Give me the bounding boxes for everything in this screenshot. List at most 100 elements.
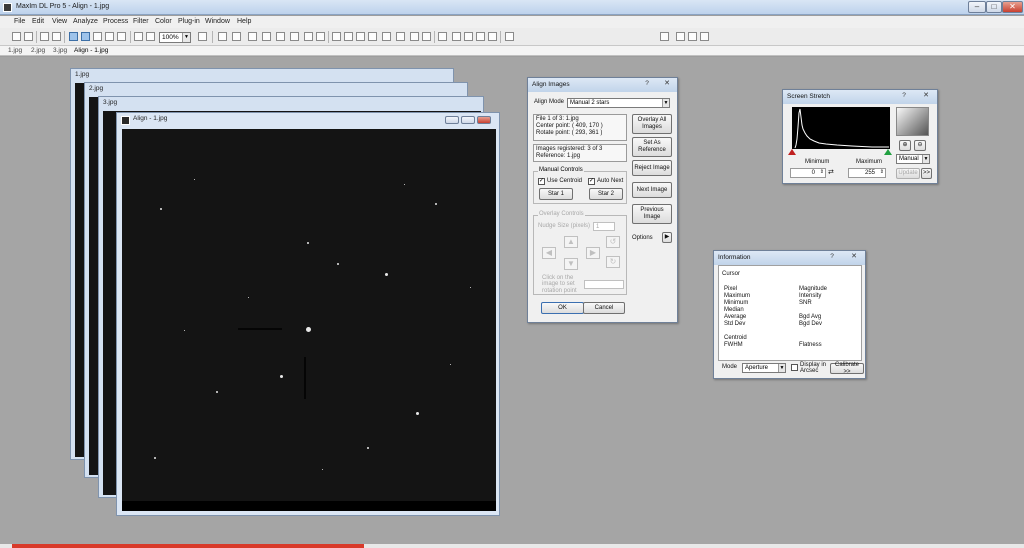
open-icon[interactable] bbox=[12, 32, 21, 41]
window-icon[interactable] bbox=[438, 32, 447, 41]
zoom-in-icon[interactable] bbox=[134, 32, 143, 41]
nudge-left-button[interactable]: ◀ bbox=[542, 247, 556, 259]
rotation-input[interactable] bbox=[584, 280, 624, 289]
menu-view[interactable]: View bbox=[52, 18, 67, 25]
temperature-icon[interactable] bbox=[332, 32, 341, 41]
close-icon[interactable]: ✕ bbox=[847, 253, 861, 262]
maximize-button[interactable]: □ bbox=[986, 1, 1002, 13]
crosshair-icon[interactable] bbox=[316, 32, 325, 41]
maximize-button[interactable] bbox=[461, 116, 475, 124]
select-tool-icon[interactable] bbox=[69, 32, 78, 41]
tab-2jpg[interactable]: 2.jpg bbox=[31, 47, 45, 54]
close-button[interactable] bbox=[477, 116, 491, 124]
menu-process[interactable]: Process bbox=[103, 18, 128, 25]
close-button[interactable]: ✕ bbox=[1002, 1, 1023, 13]
update-button[interactable]: Update bbox=[896, 168, 920, 179]
set-as-reference-button[interactable]: Set As Reference bbox=[632, 137, 672, 157]
tab-3jpg[interactable]: 3.jpg bbox=[53, 47, 67, 54]
check-icon[interactable] bbox=[660, 32, 669, 41]
tile-icon[interactable] bbox=[464, 32, 473, 41]
next-image-button[interactable]: Next Image bbox=[632, 182, 672, 198]
chart-icon[interactable] bbox=[382, 32, 391, 41]
target-icon[interactable] bbox=[344, 32, 353, 41]
menu-edit[interactable]: Edit bbox=[32, 18, 44, 25]
square-icon[interactable] bbox=[422, 32, 431, 41]
line-icon[interactable] bbox=[488, 32, 497, 41]
help-pointer-icon[interactable] bbox=[198, 32, 207, 41]
measure-tool-icon[interactable] bbox=[81, 32, 90, 41]
align-mode-select[interactable]: Manual 2 stars ▼ bbox=[567, 98, 670, 108]
redo-icon[interactable] bbox=[52, 32, 61, 41]
previous-image-button[interactable]: Previous Image bbox=[632, 204, 672, 224]
close-icon[interactable]: ✕ bbox=[919, 92, 933, 101]
swap-icon[interactable]: ⇄ bbox=[828, 168, 834, 176]
wave-icon[interactable] bbox=[476, 32, 485, 41]
graph-icon[interactable] bbox=[396, 32, 405, 41]
menu-filter[interactable]: Filter bbox=[133, 18, 149, 25]
ok-button[interactable]: OK bbox=[541, 302, 584, 314]
help-icon[interactable]: ? bbox=[640, 80, 654, 89]
aperture-tool-icon[interactable] bbox=[93, 32, 102, 41]
cancel-button[interactable]: Cancel bbox=[583, 302, 625, 314]
use-centroid-checkbox[interactable]: ✓ bbox=[538, 178, 545, 185]
overlay-all-images-button[interactable]: Overlay All Images bbox=[632, 114, 672, 134]
auto-next-checkbox[interactable]: ✓ bbox=[588, 178, 595, 185]
rotate-icon[interactable] bbox=[688, 32, 697, 41]
star2-button[interactable]: Star 2 bbox=[589, 188, 623, 200]
circle-icon[interactable] bbox=[368, 32, 377, 41]
menu-analyze[interactable]: Analyze bbox=[73, 18, 98, 25]
grip-icon[interactable] bbox=[505, 32, 514, 41]
star1-button[interactable]: Star 1 bbox=[539, 188, 573, 200]
tab-1jpg[interactable]: 1.jpg bbox=[8, 47, 22, 54]
star-icon[interactable] bbox=[700, 32, 709, 41]
histogram[interactable] bbox=[792, 107, 890, 149]
minimize-button[interactable]: – bbox=[968, 1, 986, 13]
options-expand-button[interactable]: ▶ bbox=[662, 232, 672, 243]
nudge-down-button[interactable]: ▼ bbox=[564, 258, 578, 270]
no-entry-icon[interactable] bbox=[356, 32, 365, 41]
nudge-up-button[interactable]: ▲ bbox=[564, 236, 578, 248]
stack-icon[interactable] bbox=[262, 32, 271, 41]
nudge-size-input[interactable]: 1 bbox=[593, 222, 615, 231]
calibrate-button[interactable]: Calibrate >> bbox=[830, 362, 864, 375]
undo-icon[interactable] bbox=[40, 32, 49, 41]
zoom-out-icon[interactable] bbox=[146, 32, 155, 41]
zoom-out-icon[interactable]: ⊖ bbox=[914, 140, 926, 151]
nudge-right-button[interactable]: ▶ bbox=[586, 247, 600, 259]
menu-file[interactable]: File bbox=[14, 18, 25, 25]
help-icon[interactable]: ? bbox=[825, 253, 839, 262]
rotate-cw-button[interactable]: ↻ bbox=[606, 256, 620, 268]
zoom-in-icon[interactable]: ⊕ bbox=[899, 140, 911, 151]
menu-help[interactable]: Help bbox=[237, 18, 251, 25]
save-icon[interactable] bbox=[24, 32, 33, 41]
maximum-input[interactable]: 255 ⇕ bbox=[848, 168, 886, 178]
rotate-ccw-button[interactable]: ↺ bbox=[606, 236, 620, 248]
close-icon[interactable]: ✕ bbox=[660, 80, 674, 89]
combine-icon[interactable] bbox=[276, 32, 285, 41]
calibrate-icon[interactable] bbox=[248, 32, 257, 41]
minimum-input[interactable]: 0 ⇕ bbox=[790, 168, 826, 178]
split-icon[interactable] bbox=[452, 32, 461, 41]
refresh-icon[interactable] bbox=[676, 32, 685, 41]
convert-icon[interactable] bbox=[290, 32, 299, 41]
paint-tool-icon[interactable] bbox=[117, 32, 126, 41]
grid-icon[interactable] bbox=[410, 32, 419, 41]
camera-control-icon[interactable] bbox=[218, 32, 227, 41]
new-icon[interactable] bbox=[304, 32, 313, 41]
help-icon[interactable]: ? bbox=[897, 92, 911, 101]
info-mode-select[interactable]: Aperture ▼ bbox=[742, 363, 786, 373]
reject-image-button[interactable]: Reject Image bbox=[632, 160, 672, 176]
image-canvas[interactable] bbox=[122, 129, 496, 501]
minimize-button[interactable] bbox=[445, 116, 459, 124]
menu-color[interactable]: Color bbox=[155, 18, 172, 25]
menu-plugin[interactable]: Plug-in bbox=[178, 18, 200, 25]
menu-window[interactable]: Window bbox=[205, 18, 230, 25]
pan-tool-icon[interactable] bbox=[105, 32, 114, 41]
more-button[interactable]: >> bbox=[921, 168, 932, 179]
zoom-select[interactable]: 100% ▼ bbox=[159, 32, 191, 43]
tab-align-1jpg[interactable]: Align - 1.jpg bbox=[74, 47, 108, 54]
observatory-icon[interactable] bbox=[232, 32, 241, 41]
display-arcsec-checkbox[interactable] bbox=[791, 364, 798, 371]
image-window-align[interactable]: Align - 1.jpg bbox=[116, 112, 500, 516]
stretch-mode-select[interactable]: Manual ▼ bbox=[896, 154, 930, 164]
